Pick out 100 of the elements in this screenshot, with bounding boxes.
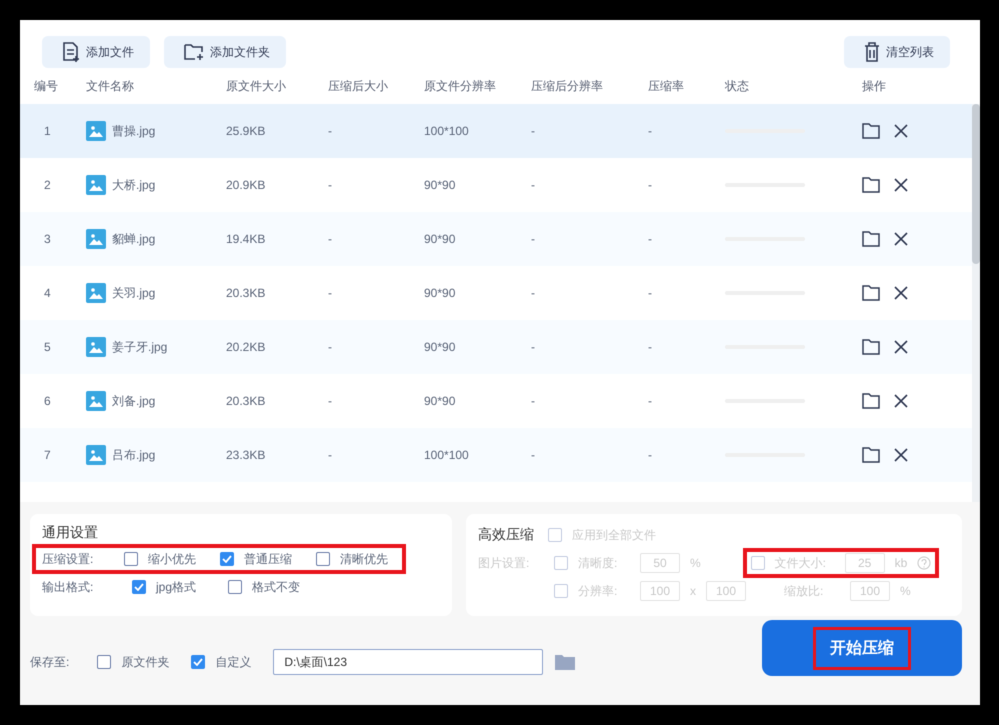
table-cell-text: 4 [43, 286, 52, 300]
table-cell-text: 20.3KB [226, 394, 266, 408]
checkbox[interactable] [132, 580, 146, 594]
open-folder-button[interactable] [862, 339, 880, 355]
table-cell-text: - [328, 448, 333, 462]
close-icon [894, 394, 908, 408]
table-cell-text: - [328, 232, 333, 246]
file-name: 貂蝉.jpg [112, 230, 156, 248]
column-header: 状态 [725, 78, 750, 94]
remove-button[interactable] [894, 286, 908, 300]
table-cell-text: - [648, 178, 653, 192]
table-cell-text: 90*90 [424, 394, 456, 408]
open-folder-button[interactable] [862, 177, 880, 193]
open-folder-button[interactable] [862, 285, 880, 301]
path-input[interactable]: D:\桌面\123 [273, 649, 544, 675]
checkbox[interactable] [228, 580, 242, 594]
add-folder-icon [184, 43, 204, 61]
column-header: 编号 [34, 78, 59, 94]
open-folder-button[interactable] [862, 231, 880, 247]
open-folder-button[interactable] [862, 447, 880, 463]
setting-label: 保存至: [30, 654, 70, 670]
add-file-icon [62, 42, 80, 62]
folder-icon [862, 447, 880, 463]
open-folder-button[interactable] [862, 393, 880, 409]
save-option[interactable]: 自定义 [191, 654, 252, 670]
column-header: 压缩率 [648, 78, 685, 94]
file-row[interactable]: 5 姜子牙.jpg 20.2KB - 90*90 - - [20, 320, 972, 374]
open-folder-button[interactable] [862, 123, 880, 139]
table-cell-text: 19.4KB [226, 232, 266, 246]
column-header: 操作 [862, 78, 887, 94]
radio-option[interactable]: 缩小优先 [124, 550, 196, 568]
file-name: 曹操.jpg [112, 122, 156, 140]
table-cell-text: 100*100 [424, 124, 470, 138]
column-header: 原文件分辨率 [424, 78, 497, 94]
folder-icon [862, 339, 880, 355]
clear-list-button[interactable]: 清空列表 [844, 36, 950, 68]
table-cell-text: - [328, 178, 333, 192]
setting-label: 压缩设置: [42, 550, 94, 568]
table-cell-text: 7 [43, 448, 52, 462]
table-cell-text: - [328, 394, 333, 408]
table-cell-text: - [648, 286, 653, 300]
table-cell-text: - [531, 340, 536, 354]
image-file-icon [86, 445, 106, 465]
column-header: 压缩后大小 [328, 78, 389, 94]
help-icon [917, 556, 932, 570]
image-file-icon [86, 337, 106, 357]
radio-option[interactable]: 清晰优先 [316, 550, 388, 568]
image-file-icon [86, 175, 106, 195]
table-cell-text: 20.3KB [226, 286, 266, 300]
table-cell-text: - [328, 124, 333, 138]
remove-button[interactable] [894, 178, 908, 192]
start-compress-button[interactable]: 开始压缩 [762, 620, 962, 676]
folder-icon [862, 231, 880, 247]
table-cell-text: 100*100 [424, 448, 470, 462]
save-option[interactable]: 原文件夹 [97, 654, 170, 670]
table-cell-text: 2 [43, 178, 52, 192]
table-cell-text: - [531, 232, 536, 246]
table-cell-text: 20.2KB [226, 340, 266, 354]
file-row[interactable]: 3 貂蝉.jpg 19.4KB - 90*90 - - [20, 212, 972, 266]
add-folder-button[interactable]: 添加文件夹 [164, 36, 286, 68]
setting-label: 输出格式: [42, 578, 94, 596]
table-cell-text: 90*90 [424, 178, 456, 192]
format-option[interactable]: jpg格式 [132, 578, 196, 596]
table-cell-text: 23.3KB [226, 448, 266, 462]
checkbox[interactable] [191, 655, 206, 669]
image-file-icon [86, 391, 106, 411]
file-row[interactable]: 1 曹操.jpg 25.9KB - 100*100 - - [20, 104, 972, 158]
remove-button[interactable] [894, 448, 908, 462]
column-header: 文件名称 [86, 78, 135, 94]
remove-button[interactable] [894, 340, 908, 354]
remove-button[interactable] [894, 232, 908, 246]
radio-option[interactable]: 普通压缩 [220, 550, 292, 568]
checkbox[interactable] [220, 552, 234, 566]
remove-button[interactable] [894, 394, 908, 408]
table-cell-text: - [531, 286, 536, 300]
image-file-icon [86, 283, 106, 303]
table-cell-text: - [531, 448, 536, 462]
table-cell-text: - [648, 340, 653, 354]
table-cell-text: - [531, 124, 536, 138]
remove-button[interactable] [894, 124, 908, 138]
table-cell-text: 5 [43, 340, 52, 354]
checkbox[interactable] [124, 552, 138, 566]
table-cell-text: 90*90 [424, 340, 456, 354]
checkbox[interactable] [97, 655, 112, 669]
image-file-icon [86, 229, 106, 249]
format-option[interactable]: 格式不变 [228, 578, 300, 596]
table-cell-text: - [648, 448, 653, 462]
section-title: 高效压缩 [478, 526, 534, 544]
table-cell-text: 6 [43, 394, 52, 408]
add-file-button[interactable]: 添加文件 [42, 36, 150, 68]
checkbox[interactable] [316, 552, 330, 566]
file-name: 关羽.jpg [112, 284, 156, 302]
close-icon [894, 448, 908, 462]
file-row[interactable]: 7 吕布.jpg 23.3KB - 100*100 - - [20, 428, 972, 482]
table-cell-text: - [648, 232, 653, 246]
file-name: 吕布.jpg [112, 446, 156, 464]
table-cell-text: - [328, 340, 333, 354]
close-icon [894, 286, 908, 300]
scrollbar[interactable] [972, 104, 980, 502]
file-name: 姜子牙.jpg [112, 338, 168, 356]
